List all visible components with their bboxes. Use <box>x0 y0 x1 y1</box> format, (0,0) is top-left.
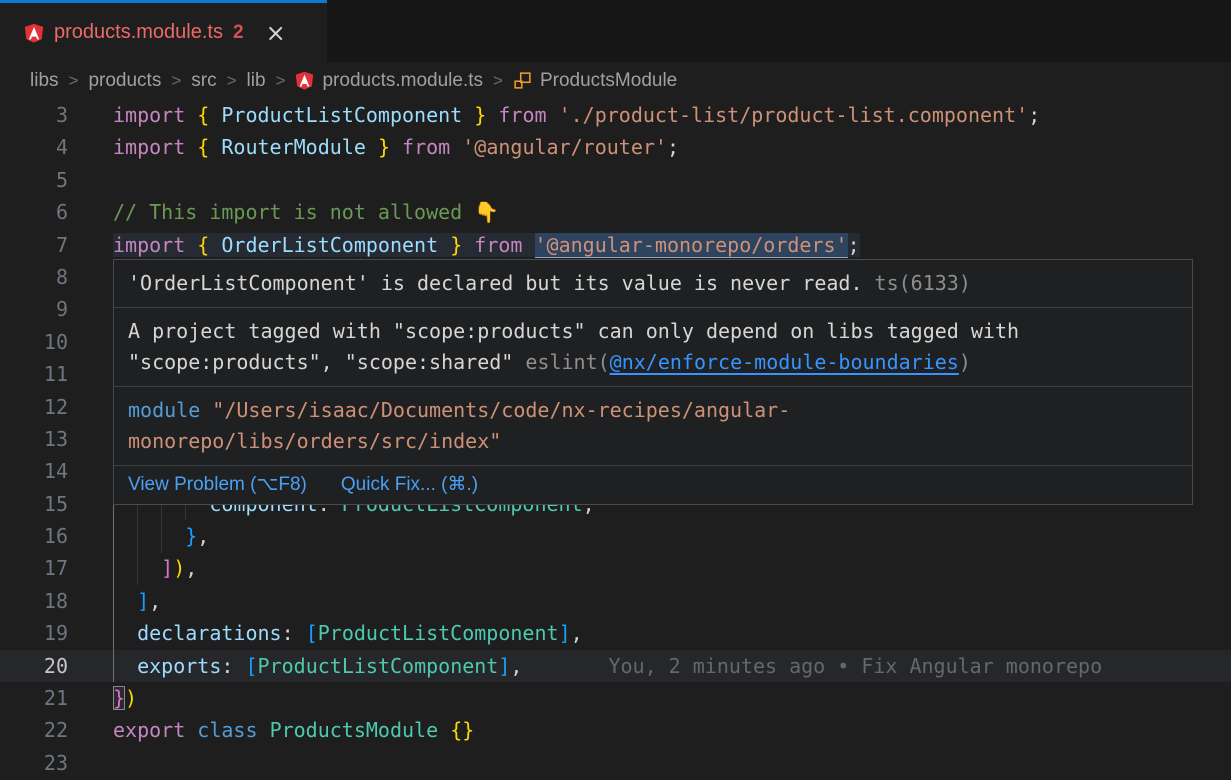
line-number: 22 <box>0 714 113 746</box>
code-text: declarations: [ProductListComponent], <box>113 617 583 649</box>
code-text: exports: [ProductListComponent],You, 2 m… <box>113 650 1102 682</box>
eslint-error-message: A project tagged with "scope:products" c… <box>114 307 1192 386</box>
line-number: 5 <box>0 164 113 196</box>
line-number: 9 <box>0 293 113 325</box>
indent-guide <box>137 499 138 585</box>
code-line-22[interactable]: 22export class ProductsModule {} <box>0 714 1231 746</box>
error-hover-popup: 'OrderListComponent' is declared but its… <box>113 259 1193 505</box>
line-number: 13 <box>0 423 113 455</box>
editor: 3import { ProductListComponent } from '.… <box>0 99 1231 779</box>
tab-bar: products.module.ts 2 × <box>0 0 1231 62</box>
chevron-right-icon: > <box>227 71 237 91</box>
line-number: 20 <box>0 650 113 682</box>
ts-error-code: ts(6133) <box>863 271 971 295</box>
breadcrumb-item-products[interactable]: products <box>88 70 161 92</box>
close-icon[interactable]: × <box>266 21 286 45</box>
breadcrumb: libs > products > src > lib > products.m… <box>0 62 1231 99</box>
class-symbol-icon <box>513 71 532 90</box>
code-line-19[interactable]: 19 declarations: [ProductListComponent], <box>0 617 1231 649</box>
line-number: 17 <box>0 552 113 584</box>
line-number: 3 <box>0 99 113 131</box>
code-line-3[interactable]: 3import { ProductListComponent } from '.… <box>0 99 1231 131</box>
line-number: 19 <box>0 617 113 649</box>
line-number: 8 <box>0 261 113 293</box>
code-line-21[interactable]: 21}) <box>0 682 1231 714</box>
code-line-23[interactable]: 23 <box>0 747 1231 779</box>
popup-action-bar: View Problem (⌥F8) Quick Fix... (⌘.) <box>114 465 1192 504</box>
line-number: 6 <box>0 196 113 228</box>
line-number: 15 <box>0 488 113 520</box>
indent-guide <box>161 499 162 553</box>
tab-title: products.module.ts <box>54 21 223 44</box>
line-number: 12 <box>0 391 113 423</box>
code-text: }) <box>113 682 137 714</box>
line-number: 18 <box>0 585 113 617</box>
code-text: // This import is not allowed 👇 <box>113 196 499 228</box>
code-text: ]), <box>113 552 197 584</box>
quick-fix-button[interactable]: Quick Fix... (⌘.) <box>341 472 478 498</box>
code-line-18[interactable]: 18 ], <box>0 585 1231 617</box>
indent-guide-active <box>113 499 114 682</box>
line-number: 14 <box>0 455 113 487</box>
module-path-info: module "/Users/isaac/Documents/code/nx-r… <box>114 386 1192 465</box>
chevron-right-icon: > <box>171 71 181 91</box>
breadcrumb-item-lib[interactable]: lib <box>247 70 266 92</box>
code-line-5[interactable]: 5 <box>0 164 1231 196</box>
tab-strip-empty <box>327 0 1231 62</box>
tab-error-count-badge: 2 <box>233 22 244 44</box>
line-number: 7 <box>0 229 113 261</box>
breadcrumb-item-libs[interactable]: libs <box>30 70 59 92</box>
line-number: 4 <box>0 131 113 163</box>
tab-products-module[interactable]: products.module.ts 2 × <box>0 0 327 62</box>
chevron-right-icon: > <box>493 71 503 91</box>
code-text: import { OrderListComponent } from '@ang… <box>113 229 860 261</box>
breadcrumb-item-symbol[interactable]: ProductsModule <box>513 70 677 92</box>
view-problem-button[interactable]: View Problem (⌥F8) <box>128 472 307 498</box>
line-number: 16 <box>0 520 113 552</box>
line-number: 10 <box>0 326 113 358</box>
code-line-6[interactable]: 6// This import is not allowed 👇 <box>0 196 1231 228</box>
code-text: import { ProductListComponent } from './… <box>113 99 1040 131</box>
code-line-17[interactable]: 17 ]), <box>0 552 1231 584</box>
code-line-16[interactable]: 16 }, <box>0 520 1231 552</box>
eslint-rule-link[interactable]: @nx/enforce-module-boundaries <box>610 350 959 374</box>
angular-file-icon <box>24 23 44 43</box>
line-number: 21 <box>0 682 113 714</box>
code-line-20[interactable]: 20 exports: [ProductListComponent],You, … <box>0 650 1231 682</box>
line-number: 11 <box>0 358 113 390</box>
chevron-right-icon: > <box>276 71 286 91</box>
angular-file-icon <box>295 71 314 90</box>
code-text: export class ProductsModule {} <box>113 714 474 746</box>
code-line-7[interactable]: 7import { OrderListComponent } from '@an… <box>0 229 1231 261</box>
line-number: 23 <box>0 747 113 779</box>
chevron-right-icon: > <box>69 71 79 91</box>
breadcrumb-item-src[interactable]: src <box>191 70 216 92</box>
breadcrumb-item-file[interactable]: products.module.ts <box>295 70 483 92</box>
code-line-4[interactable]: 4import { RouterModule } from '@angular/… <box>0 131 1231 163</box>
ts-error-message: 'OrderListComponent' is declared but its… <box>114 260 1192 307</box>
code-text: import { RouterModule } from '@angular/r… <box>113 131 679 163</box>
code-text: ], <box>113 585 161 617</box>
git-blame-annotation: You, 2 minutes ago • Fix Angular monorep… <box>608 654 1102 678</box>
